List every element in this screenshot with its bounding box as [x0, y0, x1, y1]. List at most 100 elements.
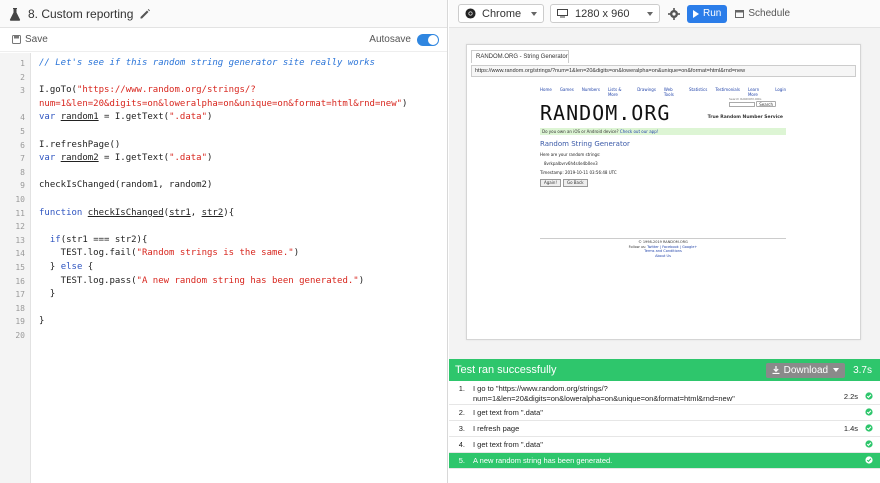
site-nav-item: Drawings [637, 87, 656, 92]
code-token: (str1 === str2){ [60, 234, 148, 245]
line-number: 4 [20, 113, 25, 123]
chevron-down-icon [531, 11, 537, 16]
site-nav: Home Games Numbers Lists & More Drawings Web … [540, 87, 786, 97]
check-circle-icon [858, 405, 880, 416]
site-nav-item: Web Tools [663, 87, 674, 97]
code-token: random1 [60, 112, 99, 123]
step-text: I get text from ".data" [469, 405, 830, 418]
code-line[interactable]: var random1 = I.getText(".data") [39, 111, 212, 125]
line-number: 5 [20, 127, 25, 136]
line-number: 18 [15, 303, 25, 313]
save-button[interactable]: Save [12, 34, 48, 45]
line-number: 2 [20, 72, 25, 82]
site-nav-item: Numbers [581, 87, 600, 92]
step-text-line: I get text from ".data" [473, 440, 543, 449]
code-line[interactable]: } [39, 288, 55, 302]
download-button[interactable]: Download [765, 362, 846, 378]
code-token: = I.getText( [98, 112, 170, 123]
resolution-select[interactable]: 1280 x 960 [550, 4, 660, 23]
go-back-button: Go Back [562, 179, 588, 187]
step-duration: 1.4s [843, 424, 858, 433]
banner-link: Check out our app! [619, 129, 659, 134]
footer-follow-prefix: Follow us: [628, 244, 648, 249]
search-button: Search [756, 101, 776, 107]
site-nav-item: Learn More [747, 87, 760, 97]
banner-text: Do you own an iOS or Android device? [542, 129, 620, 134]
code-token: I.refreshPage() [39, 139, 121, 150]
test-title: 8. Custom reporting [28, 6, 134, 21]
run-toolbar: Chrome 1280 x 960 Run Schedule [449, 0, 880, 28]
code-token: = I.getText( [98, 153, 170, 164]
pencil-icon[interactable] [139, 8, 151, 20]
step-row[interactable]: 2. I get text from ".data" [449, 405, 880, 421]
code-token: ) [358, 275, 365, 286]
autosave-toggle[interactable] [417, 33, 439, 46]
download-label: Download [783, 364, 829, 376]
code-line[interactable]: } [39, 315, 44, 329]
code-token: str2 [201, 207, 224, 218]
code-token: str1 [169, 207, 191, 218]
browser-tab: RANDOM.ORG - String Generator [471, 50, 569, 63]
step-row[interactable]: 1. I go to "https://www.random.org/string… [449, 381, 880, 405]
step-row[interactable]: 5. A new random string has been generated… [449, 453, 880, 469]
step-text: I go to "https://www.random.org/strings/… [469, 381, 830, 403]
step-text: I refresh page [469, 421, 830, 434]
code-token: random2 [60, 153, 99, 164]
monitor-icon [557, 9, 568, 18]
code-token: ) [402, 98, 408, 109]
code-line[interactable]: TEST.log.fail("Random strings is the sam… [39, 247, 299, 261]
step-duration [830, 453, 858, 456]
results-panel: Test ran successfully Download 3.7s 1. I … [449, 359, 880, 483]
total-duration: 3.7s [853, 364, 872, 376]
site-nav-item: Home [540, 87, 552, 92]
chevron-down-icon [647, 11, 653, 16]
code-line[interactable]: I.goTo("https://www.random.org/strings/? [39, 84, 256, 98]
code-token: TEST.log.fail( [39, 248, 137, 259]
code-line[interactable]: } else { [39, 261, 93, 275]
code-token: ".data" [169, 153, 208, 164]
page-heading: Random String Generator [540, 140, 630, 148]
code-line[interactable]: I.refreshPage() [39, 139, 120, 153]
again-button: Again! [540, 179, 561, 187]
code-line[interactable]: // Let's see if this random string gener… [39, 57, 375, 71]
code-line[interactable]: var random2 = I.getText(".data") [39, 152, 212, 166]
code-line[interactable]: num=1&len=20&digits=on&loweralpha=on&uni… [39, 98, 407, 112]
browser-select[interactable]: Chrome [458, 4, 544, 23]
gear-icon[interactable] [668, 7, 680, 20]
check-circle-icon [858, 421, 880, 432]
step-row[interactable]: 3. I refresh page 1.4s [449, 421, 880, 437]
step-text: A new random string has been generated. [469, 453, 830, 466]
line-number: 8 [20, 167, 25, 177]
line-number: 9 [20, 181, 25, 191]
code-token: ".data" [169, 112, 208, 123]
site-nav-item: Login [775, 87, 786, 92]
code-line[interactable]: function checkIsChanged(str1, str2){ [39, 207, 234, 221]
code-token: "A new random string has been generated.… [136, 275, 359, 286]
code-line[interactable]: if(str1 === str2){ [39, 234, 148, 248]
step-duration [830, 437, 858, 440]
results-header: Test ran successfully Download 3.7s [449, 359, 880, 381]
site-nav-item: Statistics [689, 87, 708, 92]
run-button[interactable]: Run [687, 4, 728, 23]
code-line[interactable]: TEST.log.pass("A new random string has b… [39, 275, 364, 289]
line-number: 15 [15, 263, 25, 272]
check-circle-icon [858, 453, 880, 464]
schedule-button[interactable]: Schedule [735, 8, 790, 19]
line-number: 6 [20, 140, 25, 150]
line-number: 16 [15, 276, 25, 286]
line-number: 17 [15, 290, 25, 300]
code-token: } [39, 289, 56, 300]
line-number: 10 [15, 195, 25, 204]
editor-pane: 8. Custom reporting Save Autosave 1 // Le… [0, 0, 448, 483]
footer-social-links: Twitter | Facebook | Google+ [647, 244, 698, 249]
code-token: I.goTo( [39, 85, 77, 96]
line-number: 19 [15, 317, 25, 327]
code-line[interactable]: checkIsChanged(random1, random2) [39, 179, 212, 193]
check-circle-icon [858, 381, 880, 400]
step-row[interactable]: 4. I get text from ".data" [449, 437, 880, 453]
play-icon [693, 9, 699, 18]
step-number: 3. [458, 424, 465, 433]
chrome-icon [465, 8, 476, 19]
browser-value: Chrome [482, 7, 522, 20]
step-text-line: num=1&len=20&digits=on&loweralpha=on&uni… [473, 393, 735, 403]
